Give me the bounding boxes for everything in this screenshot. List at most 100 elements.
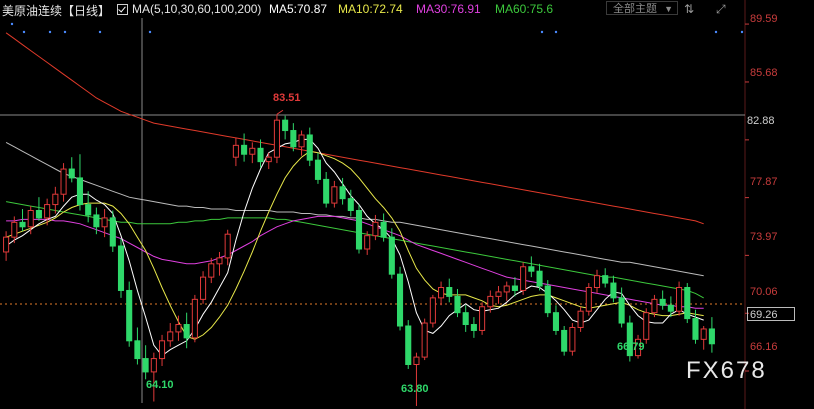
- sort-icon[interactable]: ⇅: [684, 2, 694, 16]
- high-annotation: 83.51: [273, 92, 301, 104]
- candle-body: [372, 221, 379, 237]
- y-tick-label: 73.97: [750, 231, 778, 243]
- high-marker: [276, 109, 284, 115]
- event-marker-dot: [148, 30, 152, 34]
- candle-body: [667, 304, 674, 312]
- candle-body: [158, 340, 166, 360]
- candle-body: [569, 326, 576, 352]
- candle-body: [618, 297, 625, 324]
- candle-body: [503, 285, 510, 293]
- low-annotation-mid: 63.80: [401, 383, 429, 395]
- candle-body: [495, 291, 502, 297]
- ma60-value: MA60:75.6: [495, 2, 554, 16]
- candle-body: [85, 204, 92, 216]
- candle-body: [413, 356, 420, 366]
- candle-body: [52, 193, 59, 206]
- ma30-value: MA30:76.91: [416, 2, 481, 16]
- candle-body: [462, 312, 469, 326]
- ma200-line: [5, 32, 704, 225]
- candle-body: [93, 214, 100, 228]
- candle-body: [134, 340, 141, 360]
- candle-body: [117, 245, 125, 291]
- candle-body: [676, 287, 683, 312]
- chevron-down-icon: ▼: [664, 4, 673, 14]
- current-price-label: 69.26: [747, 307, 795, 321]
- candle-body: [126, 289, 133, 342]
- expand-icon[interactable]: ⤢: [716, 2, 726, 17]
- event-marker-dot: [714, 30, 718, 34]
- ma-params-label[interactable]: MA(5,10,30,60,100,200): [132, 2, 261, 16]
- candle-body: [380, 221, 387, 238]
- candle-body: [593, 275, 601, 288]
- candle-body: [183, 324, 190, 339]
- checkbox-icon[interactable]: [117, 4, 128, 15]
- candle-body: [150, 358, 157, 373]
- candle-body: [421, 322, 428, 358]
- candle-body: [241, 144, 248, 155]
- low-annotation-right: 66.79: [617, 341, 645, 353]
- candle-body: [331, 186, 338, 204]
- event-marker-dot: [540, 30, 544, 34]
- candle-body: [355, 210, 363, 250]
- candle-body: [314, 159, 322, 180]
- candle-body: [273, 119, 280, 158]
- candle-body: [282, 119, 289, 132]
- candle-body: [700, 328, 707, 340]
- candle-body: [27, 210, 34, 228]
- candle-body: [290, 130, 297, 148]
- candle-body: [585, 287, 592, 312]
- candle-body: [388, 236, 395, 275]
- candle-body: [208, 263, 215, 278]
- watermark: FX678: [686, 357, 767, 384]
- event-marker-dot: [98, 30, 102, 34]
- candle-body: [511, 285, 518, 291]
- event-marker-dot: [740, 30, 744, 34]
- candle-body: [200, 276, 207, 300]
- candle-body: [446, 287, 453, 297]
- candle-body: [323, 178, 330, 204]
- candle-body: [396, 273, 404, 327]
- crosshair-price-label: 82.88: [747, 115, 775, 127]
- candle-body: [249, 147, 256, 155]
- instrument-title[interactable]: 美原油连续【日线】: [2, 2, 110, 19]
- candle-body: [109, 217, 116, 247]
- candle-body: [306, 134, 313, 161]
- candle-body: [610, 282, 617, 299]
- candle-body: [191, 298, 198, 339]
- event-marker-dot: [63, 30, 67, 34]
- candle-body: [68, 168, 75, 179]
- theme-select[interactable]: 全部主题 ▼: [606, 1, 678, 15]
- theme-select-label: 全部主题: [613, 3, 657, 15]
- candle-body: [60, 168, 67, 195]
- candle-body: [429, 297, 436, 324]
- candle-body: [520, 266, 527, 291]
- ma10-value: MA10:72.74: [338, 2, 403, 16]
- candle-body: [19, 221, 26, 228]
- candle-body: [454, 295, 461, 314]
- candle-body: [643, 312, 650, 340]
- event-marker-dot: [554, 30, 558, 34]
- candle-body: [76, 177, 84, 206]
- candle-body: [216, 257, 223, 265]
- candle-body: [167, 331, 174, 342]
- y-tick-label: 70.06: [750, 286, 778, 298]
- candle-body: [544, 285, 551, 314]
- candle-body: [536, 270, 543, 287]
- candle-body: [405, 325, 412, 365]
- candle-body: [692, 318, 699, 340]
- candle-body: [298, 134, 305, 148]
- candle-body: [257, 147, 264, 163]
- y-tick-label: 66.16: [750, 341, 778, 353]
- ma5-line: [5, 138, 704, 357]
- candle-body: [684, 287, 691, 320]
- y-tick-label: 89.59: [750, 13, 778, 25]
- candle-body: [487, 295, 494, 308]
- y-tick-label: 77.87: [750, 176, 778, 188]
- chart-header: 美原油连续【日线】 MA(5,10,30,60,100,200) MA5:70.…: [0, 0, 814, 18]
- candle-body: [470, 324, 477, 331]
- candle-body: [175, 324, 182, 333]
- candlestick-chart[interactable]: [0, 0, 814, 409]
- ma5-value: MA5:70.87: [269, 2, 328, 16]
- candle-body: [142, 358, 149, 373]
- candle-body: [651, 298, 658, 314]
